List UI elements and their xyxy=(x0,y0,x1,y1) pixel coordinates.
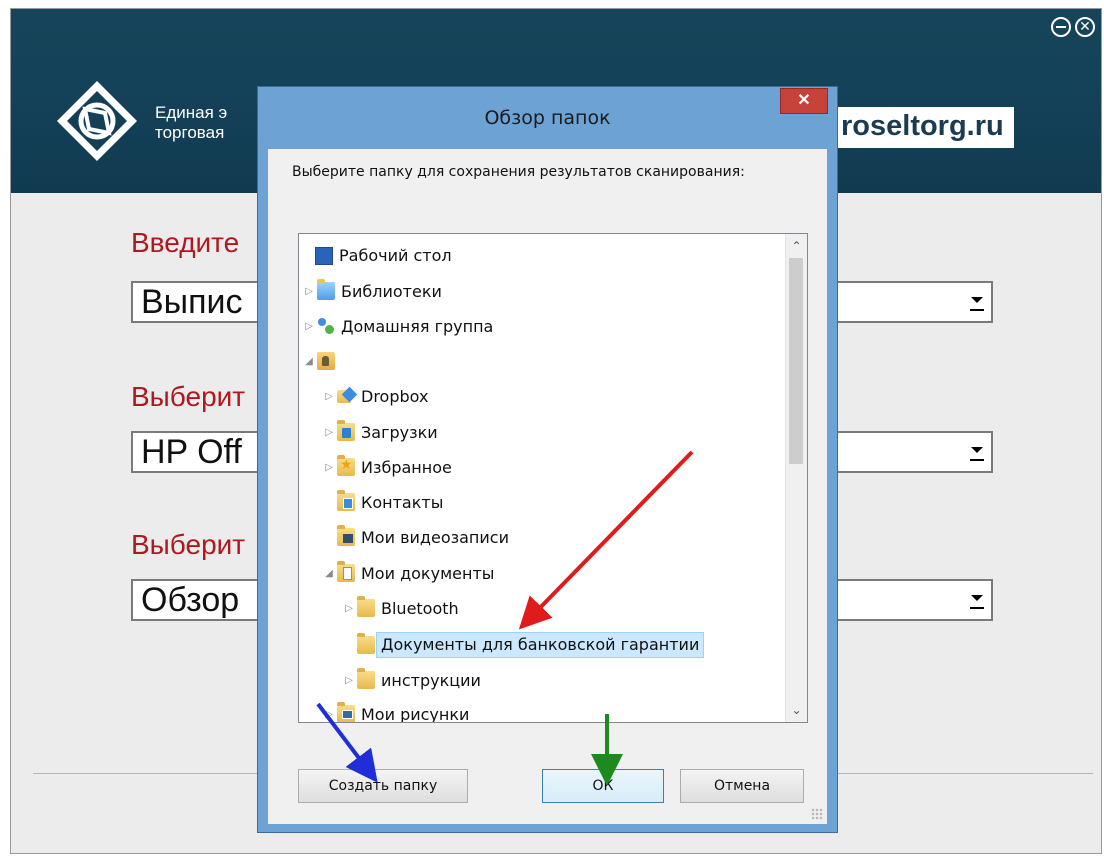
ok-button[interactable]: ОК xyxy=(542,769,664,803)
tree-node-user[interactable]: ◢ xyxy=(303,347,341,375)
tree-node-pictures[interactable]: ▷ Мои рисунки xyxy=(323,700,470,723)
scroll-up-icon[interactable]: ⌃ xyxy=(786,234,807,256)
folder-icon xyxy=(357,596,375,617)
expand-icon[interactable]: ▷ xyxy=(323,708,335,720)
cancel-button[interactable]: Отмена xyxy=(680,769,804,803)
tree-node-contacts[interactable]: Контакты xyxy=(337,488,443,516)
scroll-down-icon[interactable]: ⌄ xyxy=(786,700,807,722)
tree-node-label: Bluetooth xyxy=(381,598,459,618)
chevron-down-icon[interactable] xyxy=(969,291,985,313)
expand-icon[interactable]: ▷ xyxy=(323,426,335,438)
tree-node-documents[interactable]: ◢ Мои документы xyxy=(323,559,494,587)
documents-folder-icon xyxy=(337,561,355,582)
tree-node-homegroup[interactable]: ▷ Домашняя группа xyxy=(303,312,493,340)
dropbox-icon xyxy=(337,387,355,405)
close-icon: ✕ xyxy=(1079,19,1091,35)
roseltorg-logo-icon xyxy=(57,81,137,161)
brand-line2: торговая xyxy=(155,123,225,142)
tree-node-downloads[interactable]: ▷ Загрузки xyxy=(323,418,438,446)
window-controls: ✕ xyxy=(1051,17,1095,37)
tree-node-videos[interactable]: Мои видеозаписи xyxy=(337,523,509,551)
pictures-folder-icon xyxy=(337,702,355,722)
collapse-icon[interactable]: ◢ xyxy=(323,567,335,579)
browse-folder-dialog: Обзор папок ✕ Выберите папку для сохране… xyxy=(257,86,838,833)
tree-node-label: Домашняя группа xyxy=(341,316,494,336)
folder-icon xyxy=(357,668,375,689)
folder-tree[interactable]: Рабочий стол ▷ Библиотеки ▷ Домашняя гру… xyxy=(298,233,808,723)
scroll-thumb[interactable] xyxy=(789,258,803,464)
tree-node-label: Избранное xyxy=(361,457,452,477)
tree-node-label: Мои рисунки xyxy=(361,704,470,723)
downloads-folder-icon xyxy=(337,420,355,441)
minimize-icon xyxy=(1056,26,1066,28)
tree-node-label: инструкции xyxy=(381,670,481,690)
prompt-select-folder: Выберит xyxy=(131,529,246,560)
expand-icon[interactable]: ▷ xyxy=(343,602,355,614)
collapse-icon[interactable]: ◢ xyxy=(303,355,315,367)
tree-node-desktop[interactable]: Рабочий стол xyxy=(315,241,452,269)
prompt-select-scanner: Выберит xyxy=(131,381,246,412)
expand-icon[interactable]: ▷ xyxy=(323,461,335,473)
close-icon: ✕ xyxy=(797,92,811,109)
dialog-close-button[interactable]: ✕ xyxy=(780,88,828,114)
close-app-button[interactable]: ✕ xyxy=(1075,17,1095,37)
combo-value: Выпис xyxy=(141,283,243,321)
dialog-body: Выберите папку для сохранения результато… xyxy=(268,149,827,824)
resize-grip-icon[interactable] xyxy=(811,808,823,820)
minimize-button[interactable] xyxy=(1051,17,1071,37)
brand-line1: Единая э xyxy=(155,103,228,122)
tree-node-label: Загрузки xyxy=(361,422,438,442)
combo-value: HP Off xyxy=(141,433,242,471)
expand-icon[interactable]: ▷ xyxy=(303,320,315,332)
expand-icon[interactable]: ▷ xyxy=(303,285,315,297)
expand-icon[interactable]: ▷ xyxy=(343,674,355,686)
tree-node-favorites[interactable]: ▷ Избранное xyxy=(323,453,452,481)
tree-node-bluetooth[interactable]: ▷ Bluetooth xyxy=(343,594,459,622)
desktop-icon xyxy=(315,247,333,265)
tree-node-label: Dropbox xyxy=(361,386,429,406)
tree-node-label: Контакты xyxy=(361,492,444,512)
videos-folder-icon xyxy=(337,525,355,546)
tree-node-label: Мои видеозаписи xyxy=(361,527,509,547)
tree-node-label: Мои документы xyxy=(361,563,495,583)
tree-node-label: Рабочий стол xyxy=(339,245,452,265)
combo-value: Обзор xyxy=(141,581,240,619)
libraries-icon xyxy=(317,279,335,300)
favorites-folder-icon xyxy=(337,455,355,476)
tree-node-label: Документы для банковской гарантии xyxy=(376,632,705,658)
homegroup-icon xyxy=(317,317,335,335)
chevron-down-icon[interactable] xyxy=(969,589,985,611)
new-folder-button[interactable]: Создать папку xyxy=(298,769,468,803)
dialog-title: Обзор папок xyxy=(484,107,611,129)
dialog-description: Выберите папку для сохранения результато… xyxy=(292,164,745,180)
contacts-folder-icon xyxy=(337,490,355,511)
chevron-down-icon[interactable] xyxy=(969,441,985,463)
prompt-enter: Введите xyxy=(131,227,240,258)
tree-node-instructions[interactable]: ▷ инструкции xyxy=(343,666,481,694)
brand-text: Единая э торговая xyxy=(155,103,227,143)
tree-node-label: Библиотеки xyxy=(341,281,442,301)
expand-icon[interactable]: ▷ xyxy=(323,390,335,402)
vertical-scrollbar[interactable]: ⌃ ⌄ xyxy=(785,234,807,722)
tree-node-dropbox[interactable]: ▷ Dropbox xyxy=(323,382,428,410)
tree-node-libraries[interactable]: ▷ Библиотеки xyxy=(303,277,442,305)
site-badge: roseltorg.ru xyxy=(831,107,1014,148)
tree-node-bank-guarantee-docs[interactable]: Документы для банковской гарантии xyxy=(357,631,705,659)
folder-icon xyxy=(357,633,375,654)
user-folder-icon xyxy=(317,352,335,370)
